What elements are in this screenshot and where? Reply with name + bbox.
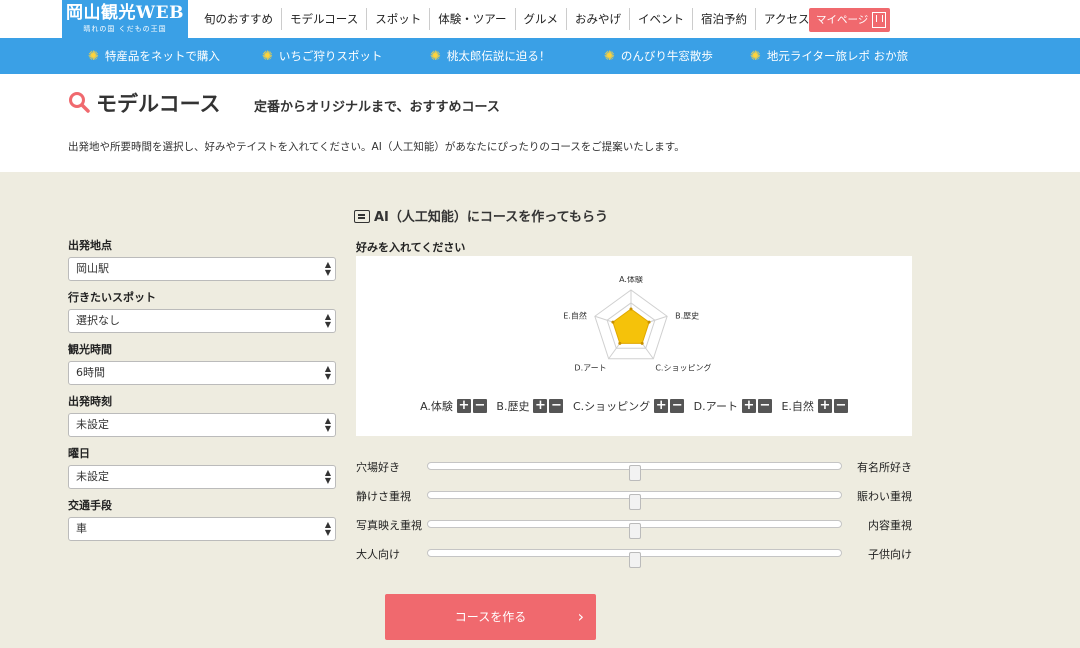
select-arrows-icon: ▲ ▼ [324,416,331,433]
feature-bar: ✺ 特産品をネットで購入 ✺ いちご狩りスポット ✺ 桃太郎伝説に迫る！ ✺ のんびり牛… [0,38,1080,74]
radar-value-point [629,307,633,311]
sun-icon: ✺ [430,49,441,64]
preferences-label: 好みを入れてください [356,241,466,254]
minus-icon[interactable]: − [670,399,685,413]
feature-link-momotaro[interactable]: ✺ 桃太郎伝説に迫る！ [430,38,550,74]
page-description: 出発地や所要時間を選択し、好みやテイストを入れてください。AI（人工知能）があな… [68,141,685,153]
feature-link-okatabi[interactable]: ✺ 地元ライター旅レポ おか旅 [750,38,908,74]
select-arrows-icon: ▲ ▼ [324,260,331,277]
nav-item-seasonal[interactable]: 旬のおすすめ [196,8,282,30]
radar-axis-label: A.体験 [619,276,643,284]
slider-track[interactable] [427,491,842,510]
radar-value-point [618,341,622,345]
slider-adult-child: 大人向け 子供向け [356,543,912,568]
preference-radar-chart: A.体験 B.歴史 C.ショッピング D.アート E.自然 [563,276,711,373]
nav-item-spots[interactable]: スポット [367,8,431,30]
select-arrows-icon: ▲ ▼ [324,468,331,485]
departure-select[interactable]: 岡山駅 ▲ ▼ [68,257,336,281]
site-logo[interactable]: 岡山観光WEB 晴れの国 くだもの王国 [62,0,188,38]
radar-control-d: D.アート + − [693,398,772,413]
course-form: 出発地点 岡山駅 ▲ ▼ 行きたいスポット 選択なし ▲ ▼ 観光時間 6時間 ▲ ▼… [68,239,336,551]
radar-axis-label: E.自然 [563,310,587,320]
field-label-duration: 観光時間 [68,343,112,356]
plus-icon[interactable]: + [456,399,471,413]
mypage-button[interactable]: マイページ [809,8,890,32]
radar-value-point [640,341,644,345]
page-header: モデルコース 定番からオリジナルまで、おすすめコース 出発地や所要時間を選択し、… [0,74,1080,172]
logo-title: 岡山観光WEB [66,3,184,23]
site-header: 岡山観光WEB 晴れの国 くだもの王国 旬のおすすめ モデルコース スポット 体… [0,0,1080,38]
chat-icon [354,210,370,223]
slider-track[interactable] [427,549,842,568]
radar-control-a: A.体験 + − [420,398,487,413]
feature-link-ushimado[interactable]: ✺ のんびり牛窓散歩 [604,38,713,74]
page-title: モデルコース [96,92,221,116]
create-course-button[interactable]: コースを作る › [385,594,596,640]
main-nav: 旬のおすすめ モデルコース スポット 体験・ツアー グルメ おみやげ イベント … [196,8,817,30]
radar-control-b: B.歴史 + − [496,398,564,413]
plus-icon[interactable]: + [741,399,756,413]
slider-track[interactable] [427,462,842,481]
sun-icon: ✺ [262,49,273,64]
course-builder: AI（人工知能）にコースを作ってもらう 出発地点 岡山駅 ▲ ▼ 行きたいスポット… [0,172,1080,648]
nav-item-souvenirs[interactable]: おみやげ [567,8,631,30]
radar-axis-label: C.ショッピング [655,363,711,373]
select-arrows-icon: ▲ ▼ [324,364,331,381]
departure-time-select[interactable]: 未設定 ▲ ▼ [68,413,336,437]
radar-controls: A.体験 + − B.歴史 + − C.ショッピング + − D.アート + − E.自然 + − [356,398,912,414]
field-label-transport: 交通手段 [68,499,112,512]
mypage-label: マイページ [816,14,869,26]
plus-icon[interactable]: + [654,399,669,413]
ai-section-title: AI（人工知能）にコースを作ってもらう [354,206,608,225]
search-icon [69,92,90,113]
slider-thumb[interactable] [628,552,641,568]
radar-axis-label: B.歴史 [675,310,699,320]
nav-item-gourmet[interactable]: グルメ [516,8,568,30]
minus-icon[interactable]: − [757,399,772,413]
radar-control-c: C.ショッピング + − [572,398,685,413]
slider-track[interactable] [427,520,842,539]
plus-icon[interactable]: + [533,399,548,413]
radar-value-area [612,308,650,344]
nav-item-model-course[interactable]: モデルコース [282,8,368,30]
feature-link-strawberry[interactable]: ✺ いちご狩りスポット [262,38,382,74]
page-subtitle: 定番からオリジナルまで、おすすめコース [254,100,500,115]
slider-thumb[interactable] [628,523,641,539]
spot-select[interactable]: 選択なし ▲ ▼ [68,309,336,333]
minus-icon[interactable]: − [549,399,564,413]
preference-radar-panel: A.体験 B.歴史 C.ショッピング D.アート E.自然 A.体験 + − B.歴史 + − … [356,256,912,436]
sun-icon: ✺ [750,49,761,64]
select-arrows-icon: ▲ ▼ [324,520,331,537]
slider-thumb[interactable] [628,465,641,481]
minus-icon[interactable]: − [833,399,848,413]
field-label-departure-time: 出発時刻 [68,395,112,408]
slider-thumb[interactable] [628,494,641,510]
weekday-select[interactable]: 未設定 ▲ ▼ [68,465,336,489]
bookmark-icon [872,12,886,28]
minus-icon[interactable]: − [472,399,487,413]
feature-link-products[interactable]: ✺ 特産品をネットで購入 [88,38,220,74]
slider-photo-content: 写真映え重視 内容重視 [356,514,912,539]
radar-value-point [611,320,615,324]
plus-icon[interactable]: + [817,399,832,413]
radar-value-point [647,320,651,324]
nav-item-experience-tours[interactable]: 体験・ツアー [430,8,516,30]
nav-item-lodging[interactable]: 宿泊予約 [693,8,757,30]
logo-subtitle: 晴れの国 くだもの王国 [83,25,167,33]
select-arrows-icon: ▲ ▼ [324,312,331,329]
radar-control-e: E.自然 + − [781,398,848,413]
transport-select[interactable]: 車 ▲ ▼ [68,517,336,541]
chevron-right-icon: › [577,607,584,626]
sun-icon: ✺ [604,49,615,64]
duration-select[interactable]: 6時間 ▲ ▼ [68,361,336,385]
field-label-spot: 行きたいスポット [68,291,156,304]
slider-quiet-lively: 静けさ重視 賑わい重視 [356,485,912,510]
radar-axis-label: D.アート [574,364,606,373]
field-label-departure: 出発地点 [68,239,112,252]
nav-item-events[interactable]: イベント [630,8,694,30]
slider-hidden-famous: 穴場好き 有名所好き [356,456,912,481]
sun-icon: ✺ [88,49,99,64]
field-label-weekday: 曜日 [68,447,90,460]
